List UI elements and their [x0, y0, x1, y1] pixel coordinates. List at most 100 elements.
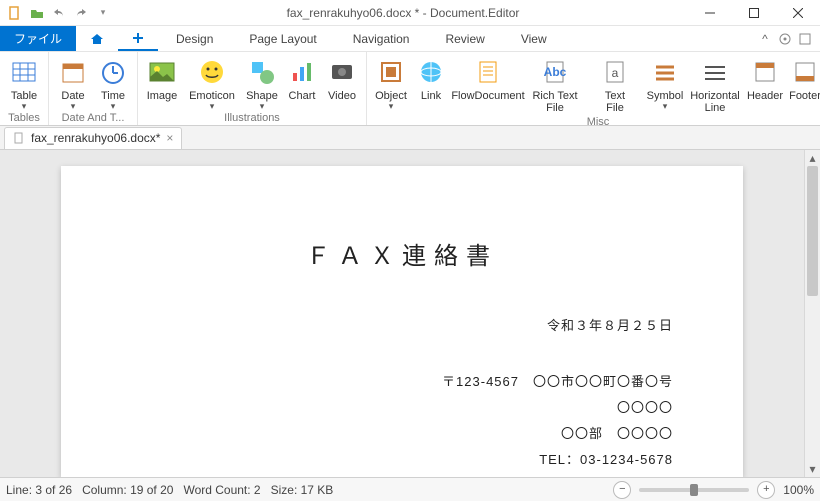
- document-tabstrip: fax_renrakuhyo06.docx* ×: [0, 126, 820, 150]
- status-wordcount: Word Count: 2: [183, 483, 260, 497]
- scroll-up-icon[interactable]: ▴: [805, 150, 820, 166]
- ribbon-video-button[interactable]: Video: [322, 54, 362, 110]
- ribbon-shape-button[interactable]: Shape▾: [242, 54, 282, 110]
- object-icon: [375, 56, 407, 88]
- status-size: Size: 17 KB: [271, 483, 334, 497]
- ribbon-horizontal-line-button[interactable]: Horizontal Line: [685, 54, 745, 114]
- table-icon: [8, 56, 40, 88]
- tab-view[interactable]: View: [503, 26, 565, 51]
- scroll-track[interactable]: [805, 166, 820, 461]
- doc-icon: [13, 132, 25, 144]
- svg-text:Abc: Abc: [544, 65, 567, 79]
- ribbon-symbol-button[interactable]: Symbol▾: [645, 54, 685, 114]
- document-viewport[interactable]: ＦＡＸ連絡書 令和３年８月２５日 〒123-4567 〇〇市〇〇町〇番〇号 〇〇…: [0, 150, 804, 477]
- dropdown-icon: ▾: [663, 102, 668, 110]
- zoom-out-button[interactable]: −: [613, 481, 631, 499]
- window-title: fax_renrakuhyo06.docx * - Document.Edito…: [118, 6, 688, 20]
- video-icon: [326, 56, 358, 88]
- doc-date: 令和３年８月２５日: [131, 313, 673, 339]
- date-icon: [57, 56, 89, 88]
- options-icon[interactable]: [776, 30, 794, 48]
- zoom-control: − + 100%: [613, 481, 814, 499]
- ribbon-button-label: FlowDocument: [451, 90, 524, 102]
- document-tab[interactable]: fax_renrakuhyo06.docx* ×: [4, 127, 182, 149]
- tab-insert-icon[interactable]: [118, 26, 158, 51]
- doc-line-1: 〒123-4567 〇〇市〇〇町〇番〇号: [131, 369, 673, 395]
- undo-icon[interactable]: [50, 4, 68, 22]
- close-button[interactable]: [776, 0, 820, 26]
- redo-icon[interactable]: [72, 4, 90, 22]
- rich-text-file-icon: Abc: [539, 56, 571, 88]
- ribbon-group-2: Image Emoticon▾Shape▾ Chart Video Illustrati…: [138, 52, 367, 125]
- ribbon-button-label: Chart: [289, 90, 316, 102]
- ribbon-table-button[interactable]: Table▾: [4, 54, 44, 110]
- status-line: Line: 3 of 26: [6, 483, 72, 497]
- status-column: Column: 19 of 20: [82, 483, 173, 497]
- ribbon-time-button[interactable]: Time▾: [93, 54, 133, 110]
- ribbon-button-label: Image: [147, 90, 178, 102]
- scroll-thumb[interactable]: [807, 166, 818, 296]
- ribbon-button-label: Rich Text File: [532, 90, 577, 114]
- link-icon: [415, 56, 447, 88]
- text-file-icon: a: [599, 56, 631, 88]
- tab-home-icon[interactable]: [76, 26, 118, 51]
- collapse-ribbon-icon[interactable]: ^: [756, 30, 774, 48]
- zoom-in-button[interactable]: +: [757, 481, 775, 499]
- document-page[interactable]: ＦＡＸ連絡書 令和３年８月２５日 〒123-4567 〇〇市〇〇町〇番〇号 〇〇…: [61, 166, 743, 477]
- tab-page-layout[interactable]: Page Layout: [231, 26, 334, 51]
- chart-icon: [286, 56, 318, 88]
- ribbon-image-button[interactable]: Image: [142, 54, 182, 110]
- ribbon-date-button[interactable]: Date▾: [53, 54, 93, 110]
- open-icon[interactable]: [28, 4, 46, 22]
- window-controls: [688, 0, 820, 26]
- titlebar: ▾ fax_renrakuhyo06.docx * - Document.Edi…: [0, 0, 820, 26]
- zoom-value: 100%: [783, 483, 814, 497]
- ribbon-button-label: Video: [328, 90, 356, 102]
- emoticon-icon: [196, 56, 228, 88]
- ribbon-group-0: Table▾Tables: [0, 52, 49, 125]
- ribbon: Table▾TablesDate▾Time▾Date And T...Image…: [0, 52, 820, 126]
- ribbon-footer-button[interactable]: Footer: [785, 54, 820, 114]
- ribbon-group-label: Date And T...: [53, 110, 133, 125]
- menu-bar: ファイル Design Page Layout Navigation Revie…: [0, 26, 820, 52]
- vertical-scrollbar[interactable]: ▴ ▾: [804, 150, 820, 477]
- doc-line-4: TEL：03-1234-5678: [131, 447, 673, 473]
- close-tab-icon[interactable]: ×: [166, 131, 173, 145]
- symbol-icon: [649, 56, 681, 88]
- ribbon-emoticon-button[interactable]: Emoticon▾: [182, 54, 242, 110]
- ribbon-group-label: Tables: [4, 110, 44, 125]
- minimize-button[interactable]: [688, 0, 732, 26]
- ribbon-button-label: Link: [421, 90, 441, 102]
- ribbon-button-label: Horizontal Line: [690, 90, 740, 114]
- dropdown-icon: ▾: [22, 102, 27, 110]
- new-icon[interactable]: [6, 4, 24, 22]
- workspace: ＦＡＸ連絡書 令和３年８月２５日 〒123-4567 〇〇市〇〇町〇番〇号 〇〇…: [0, 150, 820, 477]
- ribbon-link-button[interactable]: Link: [411, 54, 451, 114]
- ribbon-button-label: Footer: [789, 90, 820, 102]
- tab-design[interactable]: Design: [158, 26, 231, 51]
- dropdown-icon: ▾: [71, 102, 76, 110]
- maximize-button[interactable]: [732, 0, 776, 26]
- qat-dropdown-icon[interactable]: ▾: [94, 4, 112, 22]
- help-icon[interactable]: [796, 30, 814, 48]
- status-bar: Line: 3 of 26 Column: 19 of 20 Word Coun…: [0, 477, 820, 501]
- scroll-down-icon[interactable]: ▾: [805, 461, 820, 477]
- doc-heading: ＦＡＸ連絡書: [131, 236, 673, 271]
- ribbon-object-button[interactable]: Object▾: [371, 54, 411, 114]
- tab-file[interactable]: ファイル: [0, 26, 76, 51]
- zoom-slider[interactable]: [639, 488, 749, 492]
- header-icon: [749, 56, 781, 88]
- ribbon-flowdocument-button[interactable]: FlowDocument: [451, 54, 525, 114]
- ribbon-group-label: Illustrations: [142, 110, 362, 125]
- tab-review[interactable]: Review: [427, 26, 502, 51]
- tab-navigation[interactable]: Navigation: [335, 26, 428, 51]
- ribbon-header-button[interactable]: Header: [745, 54, 785, 114]
- zoom-knob[interactable]: [690, 484, 698, 496]
- svg-text:a: a: [612, 66, 619, 80]
- ribbon-rich-text-file-button[interactable]: Abc Rich Text File: [525, 54, 585, 114]
- ribbon-chart-button[interactable]: Chart: [282, 54, 322, 110]
- ribbon-text-file-button[interactable]: aText File: [585, 54, 645, 114]
- ribbon-group-label: Misc: [371, 114, 820, 125]
- ribbon-button-label: Header: [747, 90, 783, 102]
- image-icon: [146, 56, 178, 88]
